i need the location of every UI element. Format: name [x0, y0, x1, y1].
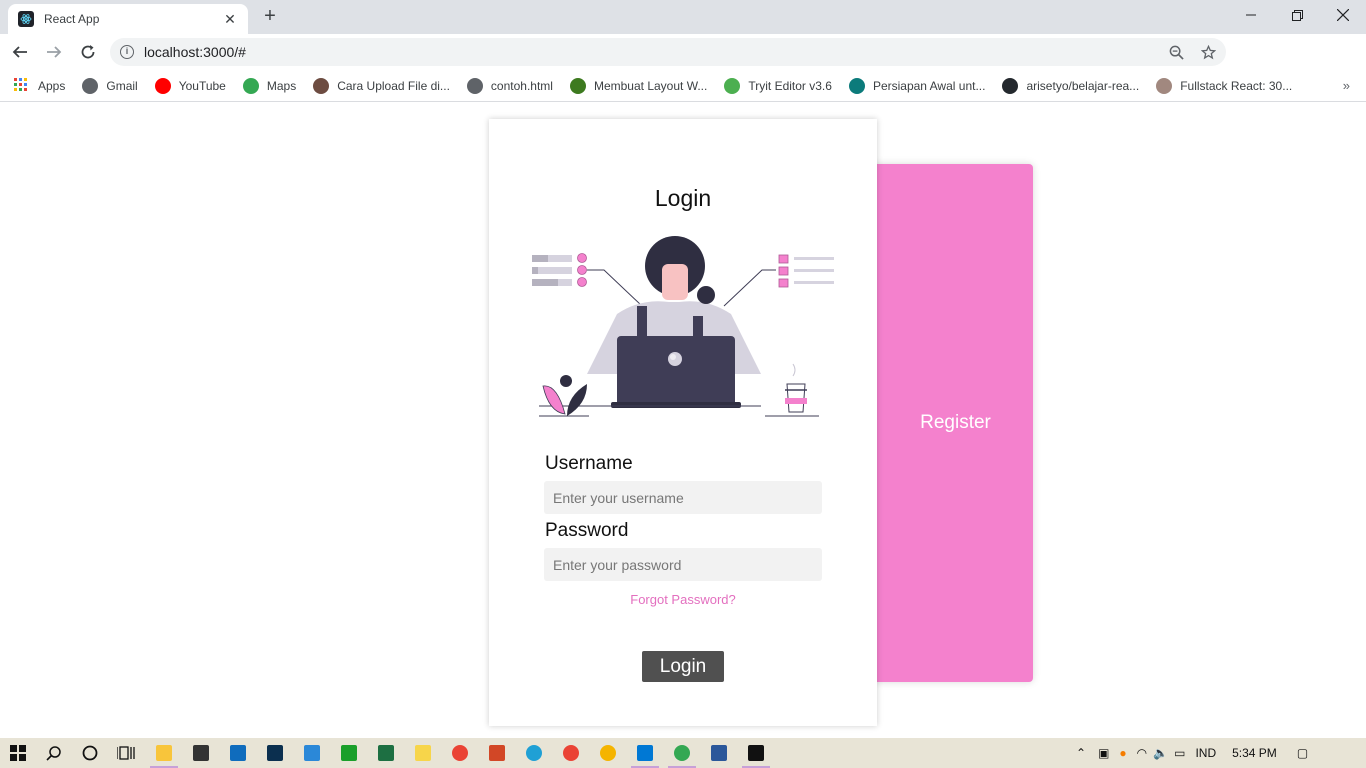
terminal-icon[interactable] — [738, 738, 774, 768]
volume-icon[interactable]: 🔈 — [1153, 746, 1168, 760]
chrome-canary-icon[interactable] — [590, 738, 626, 768]
github-icon — [1002, 77, 1019, 94]
wifi-icon[interactable]: ◠ — [1137, 746, 1147, 760]
forgot-password-link[interactable]: Forgot Password? — [489, 592, 877, 607]
bookmark-label: YouTube — [178, 78, 226, 93]
file-explorer-icon[interactable] — [146, 738, 182, 768]
mail-icon[interactable] — [220, 738, 256, 768]
chevron-double-right-icon[interactable]: » — [1343, 78, 1350, 93]
bookmark-label: Maps — [266, 78, 297, 93]
photoshop-icon[interactable] — [257, 738, 293, 768]
vscode-icon[interactable] — [627, 738, 663, 768]
register-label[interactable]: Register — [920, 412, 991, 434]
bookmark-label: Cara Upload File di... — [337, 78, 450, 93]
address-bar[interactable]: i localhost:3000/# — [110, 38, 1226, 66]
clock-time[interactable]: 5:34 PM — [1232, 746, 1277, 760]
globe-icon — [466, 77, 483, 94]
restore-button[interactable] — [1274, 0, 1320, 30]
page-content: Register Login Username Enter your usern… — [0, 103, 1366, 738]
bookmark-item[interactable]: Maps — [242, 77, 297, 94]
chrome-icon[interactable] — [442, 738, 478, 768]
bookmarks-bar: Apps Gmail YouTube Maps Cara Upload File di.… — [0, 70, 1366, 102]
password-input[interactable] — [544, 548, 822, 581]
login-button[interactable]: Login — [642, 651, 724, 682]
system-tray: ⌃ ▣ ● ◠ 🔈 ▭ IND 5:34 PM ▢ — [1076, 738, 1308, 768]
bookmark-label: Gmail — [106, 78, 138, 93]
bookmark-item[interactable]: YouTube — [154, 77, 226, 94]
notifications-icon[interactable]: ▢ — [1297, 746, 1308, 760]
bookmark-label: Tryit Editor v3.6 — [748, 78, 832, 93]
reload-icon[interactable] — [74, 38, 102, 66]
sticky-notes-icon[interactable] — [405, 738, 441, 768]
bookmark-item[interactable]: Persiapan Awal unt... — [848, 77, 986, 94]
windows-taskbar: ⌃ ▣ ● ◠ 🔈 ▭ IND 5:34 PM ▢ — [0, 738, 1366, 768]
cookie-icon — [1156, 77, 1173, 94]
tab-close-icon[interactable]: ✕ — [222, 11, 238, 27]
maps-icon — [242, 77, 259, 94]
address-url[interactable]: localhost:3000/# — [144, 44, 246, 60]
login-card: Login Username Enter your username Passw… — [489, 119, 877, 726]
edge-icon[interactable] — [516, 738, 552, 768]
search-icon[interactable] — [36, 738, 72, 768]
browser-tab-strip: React App ✕ + — [0, 0, 1366, 34]
woman-at-laptop-illustration — [532, 236, 834, 417]
globe-icon — [82, 77, 99, 94]
bookmark-item[interactable]: Gmail — [82, 77, 138, 94]
task-view-icon[interactable] — [108, 738, 144, 768]
bookmark-item[interactable]: Cara Upload File di... — [313, 77, 450, 94]
chevron-up-icon[interactable]: ⌃ — [1076, 746, 1086, 760]
bookmark-item[interactable]: contoh.html — [466, 77, 553, 94]
youtube-icon — [154, 77, 171, 94]
bookmark-item[interactable]: Membuat Layout W... — [569, 77, 708, 94]
back-arrow-icon[interactable] — [6, 38, 34, 66]
cortana-icon[interactable] — [72, 738, 108, 768]
bookmark-item[interactable]: Tryit Editor v3.6 — [724, 77, 832, 94]
w-logo-icon — [569, 77, 586, 94]
store-icon[interactable] — [183, 738, 219, 768]
username-input[interactable] — [544, 481, 822, 514]
login-title: Login — [654, 185, 712, 211]
bookmark-label: contoh.html — [490, 78, 553, 93]
zoom-icon[interactable] — [1162, 38, 1190, 66]
dicoding-icon — [848, 77, 865, 94]
username-label: Username — [545, 453, 633, 474]
browser-toolbar: i localhost:3000/# G — [0, 34, 1366, 97]
bookmark-label: Persiapan Awal unt... — [872, 78, 986, 93]
bookmark-label: Fullstack React: 30... — [1180, 78, 1293, 93]
close-window-button[interactable] — [1320, 0, 1366, 30]
avast-icon[interactable]: ● — [1119, 746, 1126, 760]
calendar-icon[interactable] — [294, 738, 330, 768]
bookmark-star-icon[interactable] — [1194, 38, 1222, 66]
minimize-button[interactable] — [1228, 0, 1274, 30]
bookmark-label: Apps — [38, 78, 66, 93]
register-panel[interactable]: Register — [860, 164, 1033, 682]
bookmark-item[interactable]: Fullstack React: 30... — [1156, 77, 1293, 94]
bookmark-item[interactable]: Apps — [14, 77, 66, 94]
react-logo-icon — [18, 11, 34, 27]
meet-now-icon[interactable]: ▣ — [1098, 746, 1109, 760]
apps-grid-icon — [14, 77, 30, 94]
password-label: Password — [545, 520, 629, 541]
chrome-icon[interactable] — [553, 738, 589, 768]
word-icon[interactable] — [701, 738, 737, 768]
excel-icon[interactable] — [368, 738, 404, 768]
powerpoint-icon[interactable] — [479, 738, 515, 768]
forward-arrow-icon[interactable] — [40, 38, 68, 66]
new-tab-button[interactable]: + — [258, 6, 282, 28]
game-app-icon[interactable] — [331, 738, 367, 768]
language-indicator[interactable]: IND — [1195, 746, 1216, 760]
bookmark-label: arisetyo/belajar-rea... — [1026, 78, 1140, 93]
tab-title: React App — [44, 12, 100, 26]
windows-start-icon[interactable] — [0, 738, 36, 768]
battery-icon[interactable]: ▭ — [1174, 746, 1185, 760]
bookmark-label: Membuat Layout W... — [593, 78, 708, 93]
chrome-active-icon[interactable] — [664, 738, 700, 768]
tab-react-app[interactable]: React App ✕ — [8, 4, 248, 34]
avatar-icon — [313, 77, 330, 94]
w3-icon — [724, 77, 741, 94]
info-icon[interactable]: i — [120, 45, 134, 59]
bookmark-item[interactable]: arisetyo/belajar-rea... — [1002, 77, 1140, 94]
